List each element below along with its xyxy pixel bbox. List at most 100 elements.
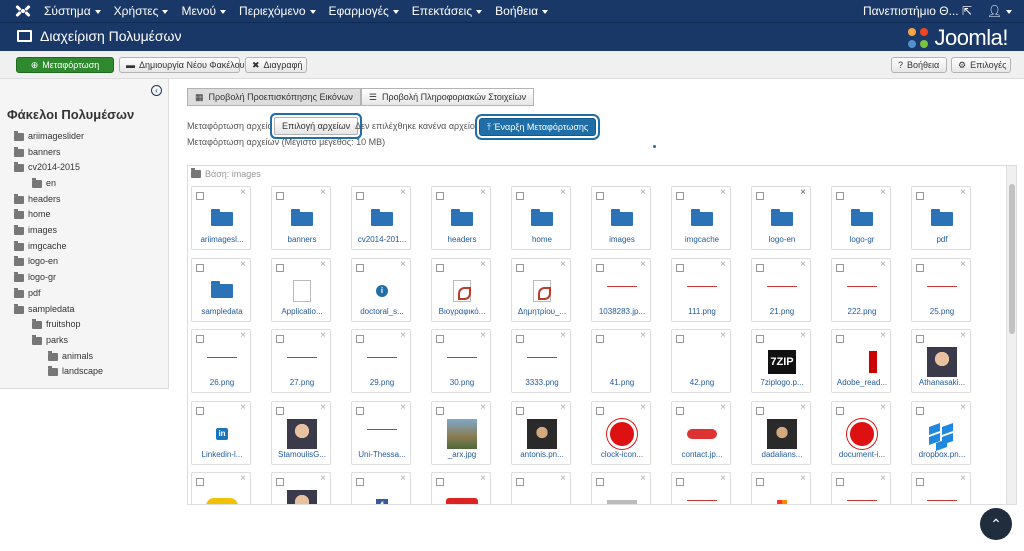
file-name[interactable]: clock-icon...	[592, 450, 652, 459]
file-tile[interactable]: × Athanasaki...	[911, 329, 971, 393]
file-name[interactable]: StamoulisG...	[272, 450, 332, 459]
file-name[interactable]: contact.jp...	[672, 450, 732, 459]
select-checkbox[interactable]	[196, 192, 204, 200]
tree-item[interactable]: fruitshop	[32, 318, 81, 331]
delete-icon[interactable]: ×	[800, 331, 806, 341]
folder-tile[interactable]: × sampledata	[191, 258, 251, 322]
site-link[interactable]: Πανεπιστήμιο Θ... ⇱	[863, 0, 972, 22]
file-name[interactable]: 3333.png	[512, 378, 572, 387]
file-tile[interactable]: × 42.png	[671, 329, 731, 393]
delete-icon[interactable]: ×	[960, 474, 966, 484]
delete-icon[interactable]: ×	[240, 260, 246, 270]
delete-icon[interactable]: ×	[320, 403, 326, 413]
select-checkbox[interactable]	[516, 335, 524, 343]
file-tile[interactable]: ×	[431, 472, 491, 504]
file-tile[interactable]: ×	[271, 472, 331, 504]
file-tile[interactable]: × 3333.png	[511, 329, 571, 393]
file-name[interactable]: 7ziplogo.p...	[752, 378, 812, 387]
joomla-icon[interactable]	[14, 2, 32, 20]
select-checkbox[interactable]	[596, 192, 604, 200]
tree-item[interactable]: headers	[14, 193, 61, 206]
tree-item[interactable]: cv2014-2015	[14, 161, 80, 174]
delete-icon[interactable]: ×	[400, 403, 406, 413]
folder-tile[interactable]: × images	[591, 186, 651, 250]
select-checkbox[interactable]	[916, 478, 924, 486]
file-tile[interactable]: × 41.png	[591, 329, 651, 393]
select-checkbox[interactable]	[516, 192, 524, 200]
delete-icon[interactable]: ×	[720, 188, 726, 198]
file-tile[interactable]: × 21.png	[751, 258, 811, 322]
file-tile[interactable]: ×	[831, 472, 891, 504]
file-name[interactable]: Applicatio...	[272, 307, 332, 316]
delete-icon[interactable]: ×	[560, 331, 566, 341]
file-tile[interactable]: × 25.png	[911, 258, 971, 322]
select-checkbox[interactable]	[596, 335, 604, 343]
file-name[interactable]: 25.png	[912, 307, 972, 316]
delete-icon[interactable]: ×	[320, 331, 326, 341]
select-checkbox[interactable]	[916, 264, 924, 272]
file-name[interactable]: 30.png	[432, 378, 492, 387]
file-name[interactable]: _arx.jpg	[432, 450, 492, 459]
select-checkbox[interactable]	[436, 335, 444, 343]
folder-tile[interactable]: × logo-gr	[831, 186, 891, 250]
file-name[interactable]: images	[592, 235, 652, 244]
file-tile[interactable]: ×	[511, 472, 571, 504]
file-tile[interactable]: × StamoulisG...	[271, 401, 331, 465]
delete-icon[interactable]: ×	[720, 331, 726, 341]
select-checkbox[interactable]	[356, 335, 364, 343]
menu-system[interactable]: Σύστημα	[44, 0, 114, 22]
folder-tile[interactable]: × pdf	[911, 186, 971, 250]
select-checkbox[interactable]	[436, 264, 444, 272]
select-checkbox[interactable]	[196, 407, 204, 415]
file-name[interactable]: cv2014-201...	[352, 235, 412, 244]
tree-item[interactable]: images	[14, 224, 57, 237]
file-name[interactable]: 29.png	[352, 378, 412, 387]
select-checkbox[interactable]	[196, 264, 204, 272]
file-tile[interactable]: × Applicatio...	[271, 258, 331, 322]
delete-icon[interactable]: ×	[640, 260, 646, 270]
file-name[interactable]: 21.png	[752, 307, 812, 316]
scrollbar[interactable]	[1006, 166, 1016, 504]
delete-icon[interactable]: ×	[880, 403, 886, 413]
menu-components[interactable]: Εφαρμογές	[329, 0, 412, 22]
file-tile[interactable]: × 26.png	[191, 329, 251, 393]
start-upload-button[interactable]: ⤒ Έναρξη Μεταφόρτωσης	[479, 118, 597, 136]
delete-icon[interactable]: ×	[880, 188, 886, 198]
folder-tile[interactable]: × headers	[431, 186, 491, 250]
select-checkbox[interactable]	[756, 192, 764, 200]
file-name[interactable]: 222.png	[832, 307, 892, 316]
tree-item[interactable]: home	[14, 208, 51, 221]
tree-item[interactable]: banners	[14, 146, 61, 159]
menu-help[interactable]: Βοήθεια	[495, 0, 561, 22]
select-checkbox[interactable]	[196, 335, 204, 343]
select-checkbox[interactable]	[436, 192, 444, 200]
menu-menus[interactable]: Μενού	[181, 0, 239, 22]
select-checkbox[interactable]	[516, 407, 524, 415]
back-to-top-button[interactable]: ⌃	[980, 508, 1012, 540]
file-tile[interactable]: × 111.png	[671, 258, 731, 322]
delete-icon[interactable]: ×	[400, 474, 406, 484]
delete-icon[interactable]: ×	[880, 331, 886, 341]
file-tile[interactable]: × 222.png	[831, 258, 891, 322]
tree-item[interactable]: logo-en	[14, 255, 58, 268]
file-tile[interactable]: × contact.jp...	[671, 401, 731, 465]
file-name[interactable]: Δημητρίου_...	[512, 307, 572, 316]
tree-item[interactable]: ariimageslider	[14, 130, 84, 143]
file-tile[interactable]: × f	[351, 472, 411, 504]
tree-item[interactable]: landscape	[48, 365, 103, 378]
file-name[interactable]: 1038283.jp...	[592, 307, 652, 316]
file-tile[interactable]: × Uni-Thessa...	[351, 401, 411, 465]
file-name[interactable]: Βιογραφικό...	[432, 307, 492, 316]
delete-icon[interactable]: ×	[240, 188, 246, 198]
tree-item[interactable]: en	[32, 177, 56, 190]
select-checkbox[interactable]	[916, 192, 924, 200]
file-tile[interactable]: × Δημητρίου_...	[511, 258, 571, 322]
tree-item[interactable]: parks	[32, 334, 68, 347]
select-checkbox[interactable]	[276, 478, 284, 486]
delete-icon[interactable]: ×	[480, 403, 486, 413]
select-checkbox[interactable]	[836, 264, 844, 272]
base-path[interactable]: Βάση: images	[191, 168, 261, 179]
file-tile[interactable]: ×	[591, 472, 651, 504]
delete-icon[interactable]: ×	[640, 331, 646, 341]
delete-icon[interactable]: ×	[800, 188, 806, 198]
